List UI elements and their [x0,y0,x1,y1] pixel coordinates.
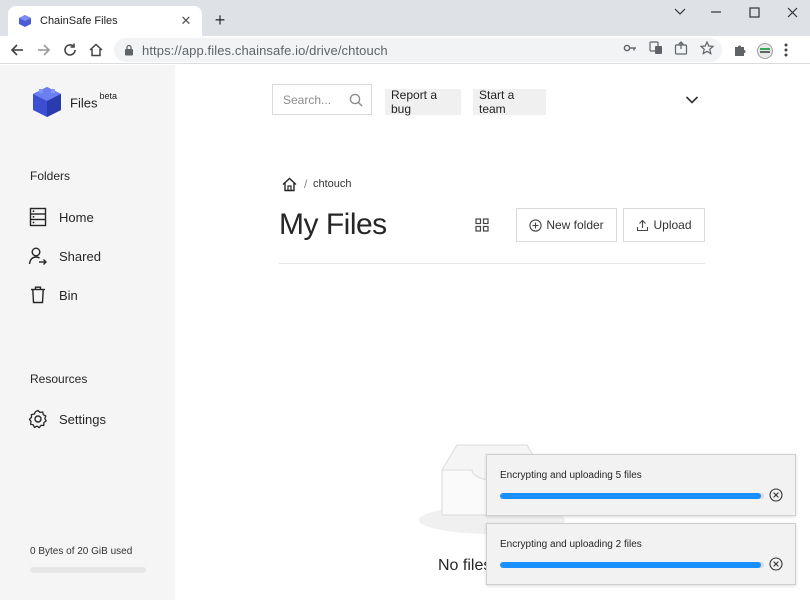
brand-name: Files [70,95,98,111]
gear-icon [28,409,48,429]
cancel-upload-icon[interactable] [769,488,783,502]
tab-close-icon[interactable]: ✕ [178,13,194,29]
sidebar-item-bin[interactable]: Bin [28,284,78,306]
forward-arrow-icon[interactable] [33,39,55,61]
minimize-icon[interactable] [698,0,734,24]
browser-toolbar: https://app.files.chainsafe.io/drive/cht… [0,36,810,64]
browser-menu-icon[interactable] [784,43,800,59]
trash-icon [28,285,48,305]
report-bug-button[interactable]: Report a bug [385,88,461,116]
reload-icon[interactable] [59,39,81,61]
search-icon[interactable] [349,93,363,107]
folders-section-label: Folders [30,169,71,183]
browser-tabstrip: ChainSafe Files ✕ + [0,0,810,36]
upload-label: Upload [653,218,692,232]
extensions-puzzle-icon[interactable] [733,43,749,59]
upload-toast: Encrypting and uploading 5 files [486,454,796,516]
sidebar-item-home[interactable]: Home [28,206,94,228]
sidebar-item-shared[interactable]: Shared [28,245,101,267]
plus-circle-icon [529,218,542,232]
key-icon[interactable] [623,41,637,55]
chainsafe-cube-logo-icon [30,85,64,119]
home-icon[interactable] [85,39,107,61]
grid-view-icon[interactable] [475,218,489,232]
lock-icon[interactable] [124,44,134,56]
brand-badge: beta [99,91,117,101]
start-team-button[interactable]: Start a team [473,88,546,116]
new-folder-button[interactable]: New folder [516,208,617,242]
upload-progress-bar [500,562,764,568]
account-menu-chevron-icon[interactable] [685,95,701,109]
resources-section-label: Resources [30,372,88,386]
close-window-icon[interactable] [774,0,810,24]
bookmark-star-icon[interactable] [700,41,714,55]
back-arrow-icon[interactable] [6,39,28,61]
profile-avatar-icon[interactable] [757,43,773,59]
chainsafe-favicon-icon [18,14,32,28]
shared-users-icon [28,246,48,266]
upload-button[interactable]: Upload [623,208,705,242]
page-title: My Files [279,208,387,241]
share-icon[interactable] [674,41,688,55]
sidebar: Files beta Folders Home Shared Bin Resour… [0,65,175,600]
sidebar-item-label: Shared [59,248,101,264]
sidebar-item-label: Settings [59,411,106,427]
breadcrumb-home-icon[interactable] [282,177,298,193]
upload-icon [636,219,649,232]
cancel-upload-icon[interactable] [769,557,783,571]
storage-usage-text: 0 Bytes of 20 GiB used [30,546,133,557]
home-list-icon [28,207,48,227]
upload-progress-fill [500,493,762,499]
search-box[interactable] [272,84,372,115]
app-logo[interactable]: Files beta [30,85,117,119]
tab-title: ChainSafe Files [40,15,118,27]
upload-progress-fill [500,562,762,568]
minimize-window-chevron-icon[interactable] [662,0,698,24]
sidebar-item-settings[interactable]: Settings [28,408,106,430]
new-tab-button[interactable]: + [210,10,230,30]
url-text: https://app.files.chainsafe.io/drive/cht… [142,42,388,58]
maximize-icon[interactable] [736,0,772,24]
header-divider [279,263,705,264]
app-brand: Files beta [70,91,117,111]
upload-toast: Encrypting and uploading 2 files [486,523,796,585]
breadcrumb-current[interactable]: chtouch [313,178,352,190]
toast-message: Encrypting and uploading 5 files [500,470,642,481]
browser-tab[interactable]: ChainSafe Files ✕ [8,6,202,36]
translate-icon[interactable] [649,41,663,55]
main-content: Report a bug Start a team / chtouch My F… [175,65,810,600]
sidebar-item-label: Home [59,209,94,225]
sidebar-item-label: Bin [59,287,78,303]
search-input[interactable] [283,92,343,107]
breadcrumb-separator: / [304,177,308,191]
toast-message: Encrypting and uploading 2 files [500,539,642,550]
storage-usage-bar [30,567,146,573]
upload-progress-bar [500,493,764,499]
new-folder-label: New folder [546,218,604,232]
empty-state-text: No files [438,557,492,574]
